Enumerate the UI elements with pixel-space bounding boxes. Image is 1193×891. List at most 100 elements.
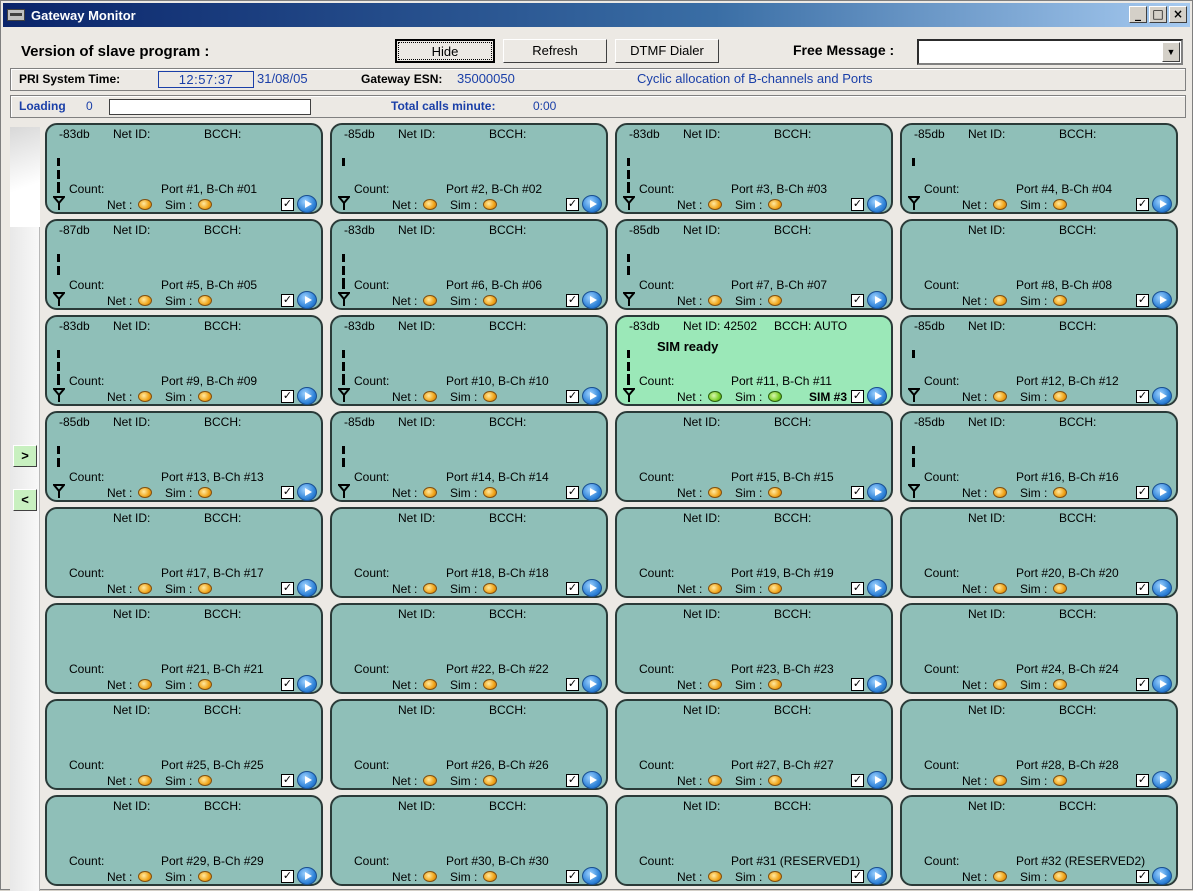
play-icon[interactable] bbox=[297, 675, 317, 693]
port-enable-checkbox[interactable]: ✓ bbox=[281, 774, 294, 787]
play-icon[interactable] bbox=[582, 771, 602, 789]
play-icon[interactable] bbox=[867, 771, 887, 789]
maximize-button[interactable]: □ bbox=[1149, 6, 1167, 23]
play-icon[interactable] bbox=[867, 579, 887, 597]
port-card[interactable]: Net ID: BCCH: Count: Port #8, B-Ch #08 Net :… bbox=[900, 219, 1178, 310]
play-icon[interactable] bbox=[867, 387, 887, 405]
port-card[interactable]: -83db Net ID: BCCH: Count: Port #1, B-Ch #01… bbox=[45, 123, 323, 214]
port-card[interactable]: -83db Net ID: 42502 BCCH: AUTO SIM ready Cou… bbox=[615, 315, 893, 406]
port-card[interactable]: Net ID: BCCH: Count: Port #27, B-Ch #27 Net … bbox=[615, 699, 893, 790]
port-enable-checkbox[interactable]: ✓ bbox=[1136, 294, 1149, 307]
port-card[interactable]: -85db Net ID: BCCH: Count: Port #16, B-Ch #1… bbox=[900, 411, 1178, 502]
port-card[interactable]: Net ID: BCCH: Count: Port #28, B-Ch #28 Net … bbox=[900, 699, 1178, 790]
port-card[interactable]: Net ID: BCCH: Count: Port #18, B-Ch #18 Net … bbox=[330, 507, 608, 598]
port-enable-checkbox[interactable]: ✓ bbox=[566, 870, 579, 883]
port-card[interactable]: -83db Net ID: BCCH: Count: Port #9, B-Ch #09… bbox=[45, 315, 323, 406]
title-bar[interactable]: Gateway Monitor _ □ × bbox=[3, 3, 1190, 27]
port-enable-checkbox[interactable]: ✓ bbox=[851, 774, 864, 787]
dtmf-dialer-button[interactable]: DTMF Dialer bbox=[615, 39, 719, 63]
play-icon[interactable] bbox=[582, 579, 602, 597]
chevron-down-icon[interactable]: ▼ bbox=[1162, 42, 1180, 62]
port-card[interactable]: -85db Net ID: BCCH: Count: Port #12, B-Ch #1… bbox=[900, 315, 1178, 406]
play-icon[interactable] bbox=[297, 771, 317, 789]
port-card[interactable]: -85db Net ID: BCCH: Count: Port #14, B-Ch #1… bbox=[330, 411, 608, 502]
port-enable-checkbox[interactable]: ✓ bbox=[851, 294, 864, 307]
port-enable-checkbox[interactable]: ✓ bbox=[1136, 198, 1149, 211]
play-icon[interactable] bbox=[297, 387, 317, 405]
port-card[interactable]: Net ID: BCCH: Count: Port #31 (RESERVED1) Ne… bbox=[615, 795, 893, 886]
close-button[interactable]: × bbox=[1169, 6, 1187, 23]
play-icon[interactable] bbox=[867, 867, 887, 885]
play-icon[interactable] bbox=[1152, 867, 1172, 885]
port-card[interactable]: Net ID: BCCH: Count: Port #20, B-Ch #20 Net … bbox=[900, 507, 1178, 598]
port-enable-checkbox[interactable]: ✓ bbox=[1136, 774, 1149, 787]
minimize-button[interactable]: _ bbox=[1129, 6, 1147, 23]
play-icon[interactable] bbox=[1152, 483, 1172, 501]
play-icon[interactable] bbox=[1152, 675, 1172, 693]
port-card[interactable]: -85db Net ID: BCCH: Count: Port #7, B-Ch #07… bbox=[615, 219, 893, 310]
port-card[interactable]: -87db Net ID: BCCH: Count: Port #5, B-Ch #05… bbox=[45, 219, 323, 310]
play-icon[interactable] bbox=[867, 195, 887, 213]
port-card[interactable]: -85db Net ID: BCCH: Count: Port #13, B-Ch #1… bbox=[45, 411, 323, 502]
port-enable-checkbox[interactable]: ✓ bbox=[566, 486, 579, 499]
port-card[interactable]: Net ID: BCCH: Count: Port #25, B-Ch #25 Net … bbox=[45, 699, 323, 790]
port-enable-checkbox[interactable]: ✓ bbox=[851, 870, 864, 883]
play-icon[interactable] bbox=[582, 675, 602, 693]
play-icon[interactable] bbox=[1152, 387, 1172, 405]
port-enable-checkbox[interactable]: ✓ bbox=[281, 870, 294, 883]
port-enable-checkbox[interactable]: ✓ bbox=[281, 678, 294, 691]
port-enable-checkbox[interactable]: ✓ bbox=[1136, 486, 1149, 499]
port-card[interactable]: Net ID: BCCH: Count: Port #26, B-Ch #26 Net … bbox=[330, 699, 608, 790]
play-icon[interactable] bbox=[1152, 291, 1172, 309]
port-enable-checkbox[interactable]: ✓ bbox=[566, 582, 579, 595]
refresh-button[interactable]: Refresh bbox=[503, 39, 607, 63]
port-card[interactable]: Net ID: BCCH: Count: Port #15, B-Ch #15 Net … bbox=[615, 411, 893, 502]
port-enable-checkbox[interactable]: ✓ bbox=[281, 198, 294, 211]
port-enable-checkbox[interactable]: ✓ bbox=[851, 678, 864, 691]
port-card[interactable]: -85db Net ID: BCCH: Count: Port #4, B-Ch #04… bbox=[900, 123, 1178, 214]
port-enable-checkbox[interactable]: ✓ bbox=[851, 486, 864, 499]
play-icon[interactable] bbox=[1152, 771, 1172, 789]
port-enable-checkbox[interactable]: ✓ bbox=[566, 198, 579, 211]
play-icon[interactable] bbox=[1152, 579, 1172, 597]
play-icon[interactable] bbox=[867, 483, 887, 501]
port-enable-checkbox[interactable]: ✓ bbox=[851, 198, 864, 211]
play-icon[interactable] bbox=[867, 291, 887, 309]
play-icon[interactable] bbox=[297, 483, 317, 501]
play-icon[interactable] bbox=[867, 675, 887, 693]
port-card[interactable]: Net ID: BCCH: Count: Port #29, B-Ch #29 Net … bbox=[45, 795, 323, 886]
play-icon[interactable] bbox=[582, 867, 602, 885]
play-icon[interactable] bbox=[1152, 195, 1172, 213]
port-enable-checkbox[interactable]: ✓ bbox=[1136, 870, 1149, 883]
port-card[interactable]: Net ID: BCCH: Count: Port #30, B-Ch #30 Net … bbox=[330, 795, 608, 886]
port-enable-checkbox[interactable]: ✓ bbox=[566, 294, 579, 307]
port-enable-checkbox[interactable]: ✓ bbox=[281, 294, 294, 307]
port-card[interactable]: Net ID: BCCH: Count: Port #32 (RESERVED2) Ne… bbox=[900, 795, 1178, 886]
port-card[interactable]: Net ID: BCCH: Count: Port #22, B-Ch #22 Net … bbox=[330, 603, 608, 694]
port-enable-checkbox[interactable]: ✓ bbox=[281, 486, 294, 499]
play-icon[interactable] bbox=[297, 291, 317, 309]
port-enable-checkbox[interactable]: ✓ bbox=[851, 390, 864, 403]
play-icon[interactable] bbox=[297, 579, 317, 597]
port-enable-checkbox[interactable]: ✓ bbox=[851, 582, 864, 595]
port-card[interactable]: -83db Net ID: BCCH: Count: Port #3, B-Ch #03… bbox=[615, 123, 893, 214]
port-card[interactable]: -83db Net ID: BCCH: Count: Port #6, B-Ch #06… bbox=[330, 219, 608, 310]
hide-button[interactable]: Hide bbox=[395, 39, 495, 63]
port-enable-checkbox[interactable]: ✓ bbox=[1136, 678, 1149, 691]
play-icon[interactable] bbox=[582, 483, 602, 501]
port-enable-checkbox[interactable]: ✓ bbox=[281, 390, 294, 403]
port-enable-checkbox[interactable]: ✓ bbox=[566, 678, 579, 691]
play-icon[interactable] bbox=[582, 291, 602, 309]
prev-page-button[interactable]: < bbox=[13, 489, 37, 511]
port-card[interactable]: -83db Net ID: BCCH: Count: Port #10, B-Ch #1… bbox=[330, 315, 608, 406]
port-enable-checkbox[interactable]: ✓ bbox=[566, 390, 579, 403]
next-page-button[interactable]: > bbox=[13, 445, 37, 467]
port-card[interactable]: Net ID: BCCH: Count: Port #17, B-Ch #17 Net … bbox=[45, 507, 323, 598]
port-card[interactable]: Net ID: BCCH: Count: Port #24, B-Ch #24 Net … bbox=[900, 603, 1178, 694]
port-card[interactable]: -85db Net ID: BCCH: Count: Port #2, B-Ch #02… bbox=[330, 123, 608, 214]
play-icon[interactable] bbox=[297, 867, 317, 885]
port-enable-checkbox[interactable]: ✓ bbox=[1136, 390, 1149, 403]
play-icon[interactable] bbox=[297, 195, 317, 213]
port-card[interactable]: Net ID: BCCH: Count: Port #23, B-Ch #23 Net … bbox=[615, 603, 893, 694]
play-icon[interactable] bbox=[582, 387, 602, 405]
